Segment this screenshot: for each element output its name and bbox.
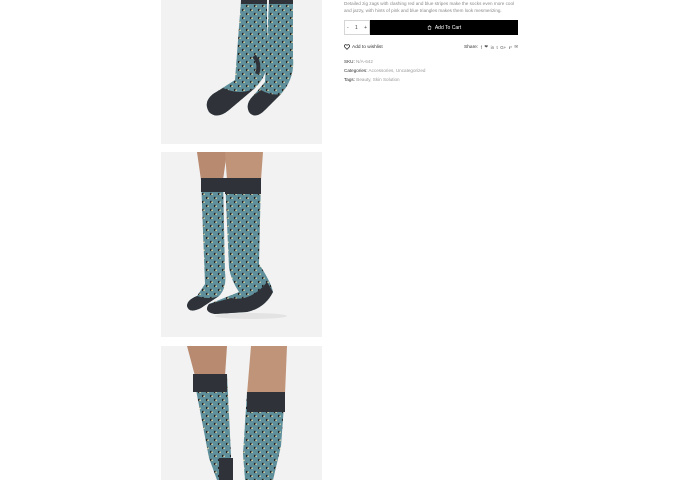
quantity-decrease-button[interactable]: -	[347, 25, 349, 31]
quantity-value[interactable]: 1	[355, 25, 358, 31]
google-plus-icon[interactable]: G+	[500, 45, 506, 50]
heart-icon	[344, 44, 350, 50]
add-to-cart-button[interactable]: Add To Cart	[370, 20, 518, 35]
tags-value[interactable]: Beauty, Skin Solution	[356, 77, 399, 82]
product-categories: Categories: Accessories, Uncategorized	[344, 68, 425, 73]
product-tags: Tags: Beauty, Skin Solution	[344, 77, 400, 82]
email-icon[interactable]: ✉	[514, 44, 518, 50]
tumblr-icon[interactable]: t	[497, 45, 498, 50]
product-sku: SKU: N/A-642	[344, 59, 373, 64]
sku-value: N/A-642	[356, 59, 373, 64]
facebook-icon[interactable]: f	[481, 45, 482, 50]
tags-label: Tags:	[344, 77, 355, 82]
quantity-increase-button[interactable]: +	[364, 25, 367, 31]
wishlist-label: Add to wishlist	[352, 44, 383, 50]
linkedin-icon[interactable]: in	[491, 45, 494, 50]
add-to-wishlist-link[interactable]: Add to wishlist	[344, 44, 383, 50]
product-image-2[interactable]	[161, 152, 322, 337]
twitter-icon[interactable]: ❤	[484, 44, 488, 50]
add-to-cart-form: - 1 + Add To Cart	[344, 20, 518, 35]
share-label: Share:	[464, 44, 479, 50]
categories-label: Categories:	[344, 68, 368, 73]
product-description: Detailed zig zags with clashing red and …	[344, 1, 515, 13]
product-summary: Detailed zig zags with clashing red and …	[344, 0, 519, 82]
pinterest-icon[interactable]: ℘	[509, 44, 512, 50]
sku-label: SKU:	[344, 59, 355, 64]
quantity-stepper[interactable]: - 1 +	[344, 20, 370, 35]
categories-value[interactable]: Accessories, Uncategorized	[369, 68, 426, 73]
wishlist-share-row: Add to wishlist Share: f ❤ in t G+ ℘ ✉	[344, 43, 518, 51]
product-image-1[interactable]	[161, 0, 322, 144]
bag-icon	[427, 25, 432, 30]
share-links: Share: f ❤ in t G+ ℘ ✉	[464, 44, 518, 50]
add-to-cart-label: Add To Cart	[434, 24, 462, 31]
product-image-3[interactable]	[161, 346, 322, 480]
